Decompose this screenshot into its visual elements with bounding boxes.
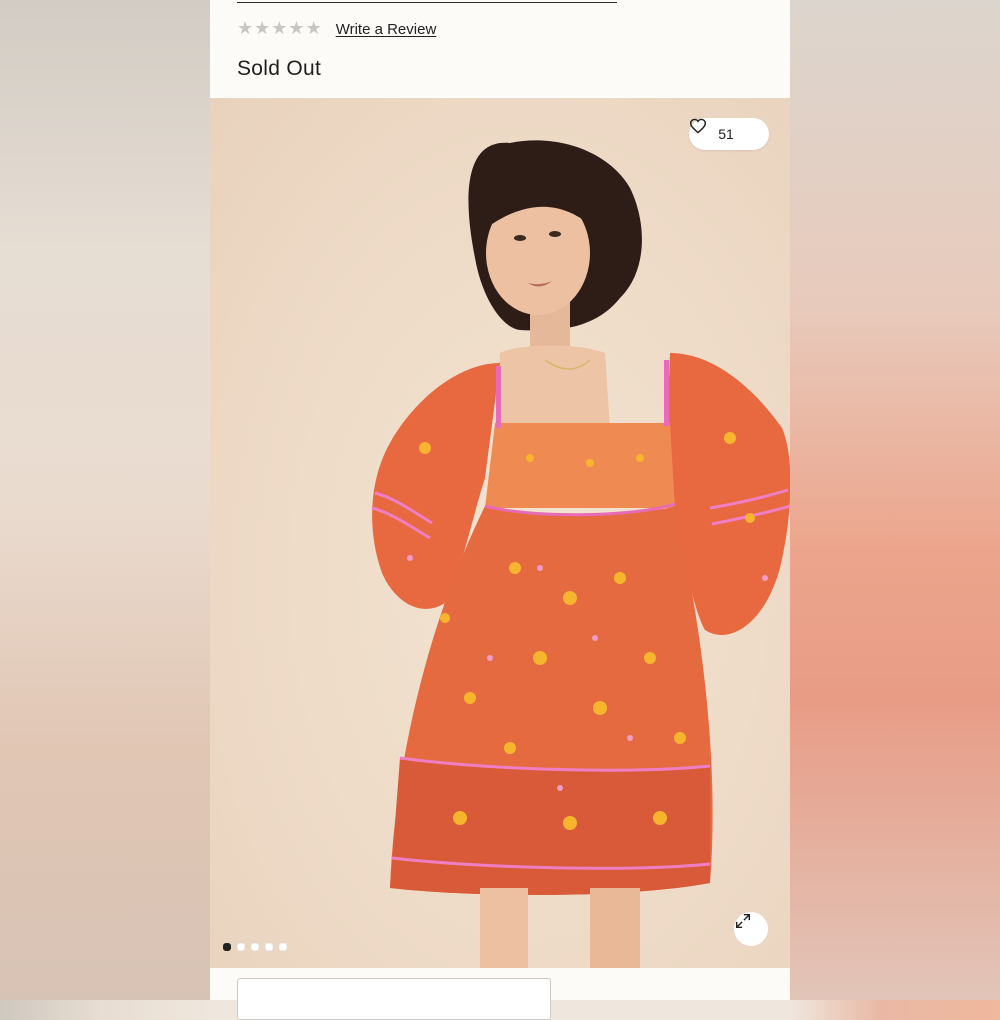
rating-row: ★ ★ ★ ★ ★ Write a Review — [237, 17, 436, 41]
carousel-dots — [223, 943, 287, 951]
product-image[interactable]: 51 — [210, 98, 790, 968]
left-background — [0, 0, 210, 1000]
write-review-link[interactable]: Write a Review — [336, 21, 437, 38]
model-illustration — [371, 140, 790, 968]
like-button[interactable]: 51 — [689, 118, 769, 150]
carousel-dot[interactable] — [251, 943, 259, 951]
carousel-dot[interactable] — [223, 943, 231, 951]
star-icon: ★ — [237, 18, 254, 39]
stock-status: Sold Out — [237, 57, 322, 80]
size-select[interactable] — [237, 978, 551, 1020]
star-rating: ★ ★ ★ ★ ★ — [237, 20, 322, 38]
star-icon: ★ — [254, 18, 271, 39]
cropped-link-underline — [237, 0, 617, 3]
carousel-dot[interactable] — [265, 943, 273, 951]
star-icon: ★ — [288, 18, 305, 39]
carousel-dot[interactable] — [279, 943, 287, 951]
product-panel: ★ ★ ★ ★ ★ Write a Review Sold Out 51 — [210, 0, 790, 1020]
expand-button[interactable] — [734, 912, 768, 946]
carousel-dot[interactable] — [237, 943, 245, 951]
star-icon: ★ — [271, 18, 288, 39]
right-background — [790, 0, 1000, 1000]
like-count: 51 — [718, 126, 734, 142]
star-icon: ★ — [305, 18, 322, 39]
